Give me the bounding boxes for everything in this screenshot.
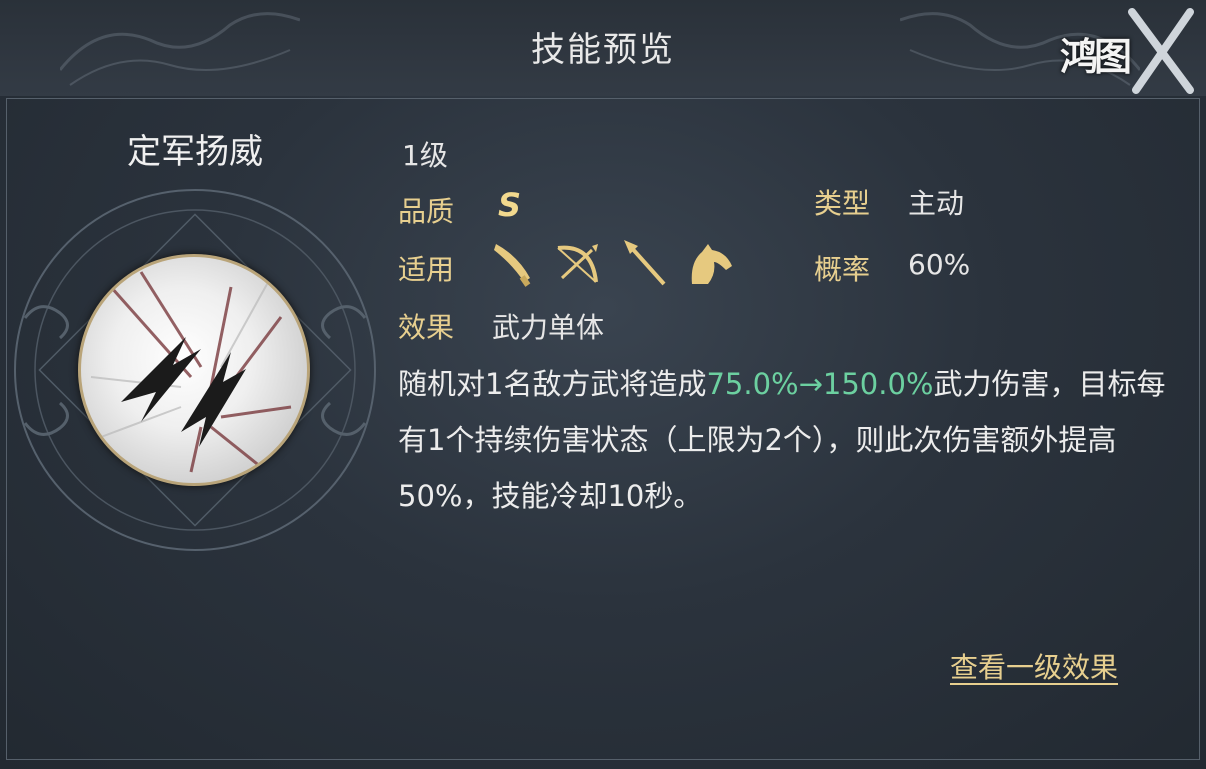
effect-label: 效果 <box>398 311 455 344</box>
skill-level: 1级 <box>402 139 448 172</box>
applicable-label: 适用 <box>398 253 455 286</box>
type-value: 主动 <box>908 187 965 220</box>
damage-scaling-highlight: 75.0%→150.0% <box>706 367 934 401</box>
description-text: 随机对1名敌方武将造成 <box>398 367 707 401</box>
spear-icon <box>624 240 666 286</box>
arrow-strike-icon <box>90 271 292 473</box>
quality-label: 品质 <box>398 195 455 228</box>
skill-description: 随机对1名敌方武将造成75.0%→150.0%武力伤害，目标每有1个持续伤害状态… <box>398 356 1168 524</box>
chance-value: 60% <box>908 248 971 281</box>
game-logo: 鸿图 <box>1052 4 1198 94</box>
view-level1-effect-link[interactable]: 查看一级效果 <box>950 646 1118 686</box>
page-title: 技能预览 <box>531 30 675 70</box>
horse-icon <box>691 244 732 284</box>
skill-name: 定军扬威 <box>127 132 263 172</box>
bow-icon <box>557 244 598 283</box>
chance-label: 概率 <box>814 253 871 286</box>
quality-value: S <box>498 186 522 224</box>
type-label: 类型 <box>814 187 871 220</box>
logo-text: 鸿图 <box>1060 34 1132 79</box>
effect-value: 武力单体 <box>492 311 605 344</box>
skill-icon[interactable] <box>78 254 310 486</box>
saber-icon <box>494 244 531 287</box>
